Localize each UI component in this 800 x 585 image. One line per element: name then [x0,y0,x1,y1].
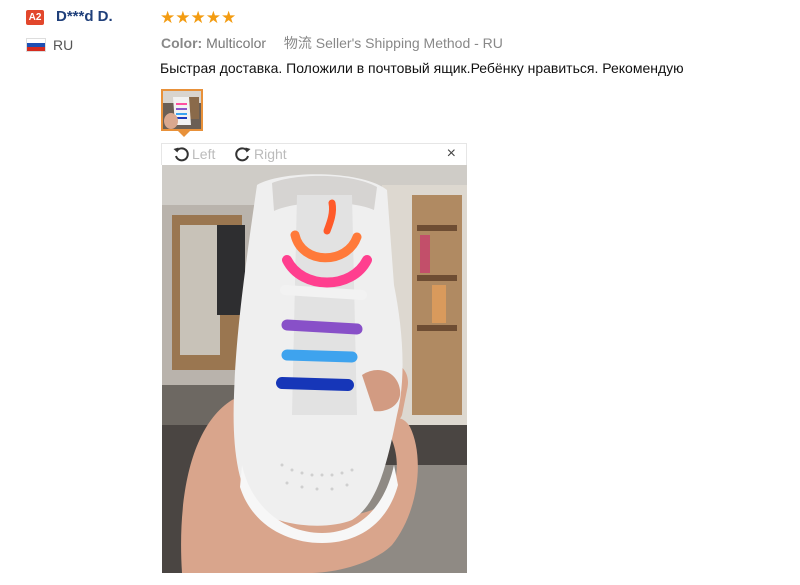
shipping-info: 物流 Seller's Shipping Method - RU [284,35,503,51]
color-label: Color: [161,35,203,51]
reviewer-name[interactable]: D***d D. [56,8,113,25]
review-meta: Color: Multicolor 物流 Seller's Shipping M… [161,33,503,53]
close-icon[interactable]: × [447,145,456,163]
shipping-icon-text: 物流 [283,35,312,51]
rotate-left-icon [173,147,189,162]
sneaker-photo-image [162,165,467,573]
image-viewer-toolbar: Left Right × [161,143,467,165]
thumbnail-active-caret [178,131,190,137]
rotate-left-button[interactable]: Left [172,145,215,163]
review-photo [162,165,467,573]
level-badge: A2 [26,10,44,25]
review-text: Быстрая доставка. Положили в почтовый ящ… [160,60,684,76]
russia-flag-icon [26,38,46,52]
rotate-right-label: Right [254,146,287,162]
rotate-left-label: Left [192,146,216,162]
rotate-right-button[interactable]: Right [234,145,287,163]
rotate-right-icon [235,147,251,162]
reviewer-country: RU [53,37,74,53]
shipping-method: Seller's Shipping Method - RU [315,35,503,51]
color-value: Multicolor [206,35,267,51]
rating-stars: ★★★★★ [160,8,237,27]
review-photo-thumbnail[interactable] [161,89,203,131]
thumbnail-image [163,91,201,129]
